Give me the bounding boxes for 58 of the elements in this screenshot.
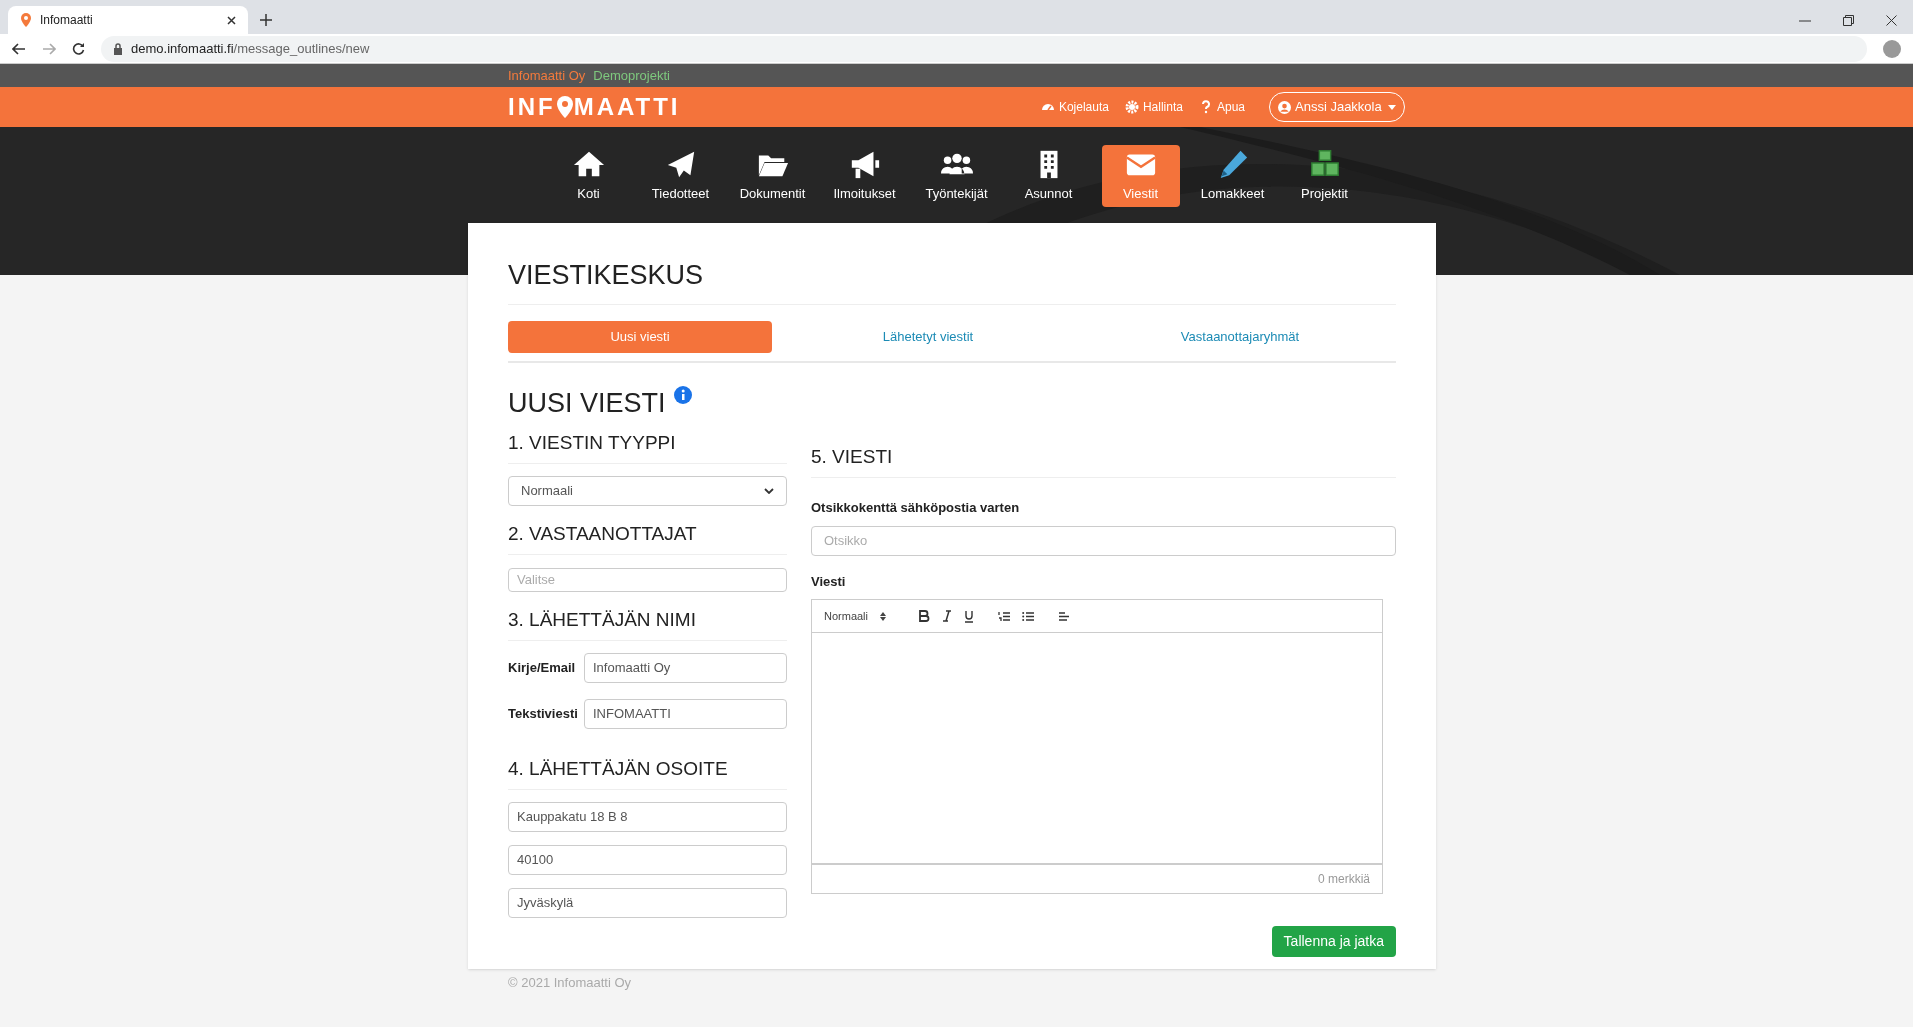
section-heading: 3. LÄHETTÄJÄN NIMI xyxy=(508,607,787,641)
field-label: Kirje/Email xyxy=(508,658,576,677)
maximize-icon[interactable] xyxy=(1843,15,1854,26)
field-label: Otsikkokenttä sähköpostia varten xyxy=(811,499,1021,517)
info-icon[interactable] xyxy=(673,385,692,404)
field-label: Tekstiviesti xyxy=(508,704,576,723)
bold-icon[interactable] xyxy=(918,610,930,622)
settings-icon xyxy=(1124,100,1139,114)
input-field[interactable]: 40100 xyxy=(508,844,787,875)
caret-icon xyxy=(1388,104,1396,110)
chevron-down-icon xyxy=(764,488,774,494)
field-label: Viesti xyxy=(811,572,847,591)
section-heading: 2. VASTAANOTTAJAT xyxy=(508,522,787,555)
italic-icon[interactable] xyxy=(942,610,952,622)
lock-icon xyxy=(113,42,123,55)
nav-item[interactable]: Ilmoitukset xyxy=(825,145,904,207)
section-heading: 1. VIESTIN TYYPPI xyxy=(508,431,787,464)
sort-arrows-icon xyxy=(880,611,886,621)
type-dropdown[interactable]: Normaali xyxy=(508,476,787,506)
browser-tab[interactable]: Infomaatti xyxy=(8,6,248,34)
nav-item[interactable]: Työntekijät xyxy=(917,145,996,207)
nav-item[interactable]: Dokumentit xyxy=(733,145,812,207)
tab-title: Infomaatti xyxy=(40,12,94,29)
underline-icon[interactable] xyxy=(964,609,974,623)
nav-item[interactable]: Koti xyxy=(549,145,628,207)
align-icon[interactable] xyxy=(1058,610,1070,622)
close-icon[interactable] xyxy=(227,15,236,25)
reload-icon[interactable] xyxy=(72,42,85,55)
section-heading: 5. VIESTI xyxy=(811,445,1396,478)
input-field[interactable]: Kauppakatu 18 B 8 xyxy=(508,801,787,832)
bullet-list-icon[interactable] xyxy=(1022,610,1034,622)
page-title: VIESTIKESKUS xyxy=(508,255,1396,305)
numbered-list-icon[interactable] xyxy=(998,610,1010,622)
profile-icon[interactable] xyxy=(1883,39,1901,58)
new-tab-icon[interactable] xyxy=(260,14,272,26)
section-heading: 4. LÄHETTÄJÄN OSOITE xyxy=(508,756,787,790)
tab[interactable]: Vastaanottajaryhmät xyxy=(1084,320,1396,353)
logo: INF MAATTI xyxy=(508,92,681,122)
input-field[interactable]: Jyväskylä xyxy=(508,887,787,918)
nav-item[interactable]: Tiedotteet xyxy=(641,145,720,207)
close-window-icon[interactable] xyxy=(1886,15,1897,26)
nav-item[interactable]: Asunnot xyxy=(1009,145,1088,207)
nav-item[interactable]: Projektit xyxy=(1285,145,1364,207)
format-dropdown[interactable]: Normaali xyxy=(824,607,898,625)
address-bar[interactable]: demo.infomaatti.fi/message_outlines/new xyxy=(101,35,1867,62)
project-link[interactable]: Demoprojekti xyxy=(593,65,670,86)
form-title: UUSI VIESTI xyxy=(508,386,666,420)
input-field[interactable]: Otsikko xyxy=(811,525,1396,556)
back-icon[interactable] xyxy=(12,42,26,55)
pin-icon xyxy=(20,13,32,27)
character-counter: 0 merkkiä xyxy=(1318,871,1370,888)
nav-item[interactable]: Lomakkeet xyxy=(1193,145,1272,207)
footer-text: © 2021 Infomaatti Oy xyxy=(508,973,633,992)
input-field[interactable]: Valitse xyxy=(508,567,787,592)
input-field[interactable]: INFOMAATTI xyxy=(584,698,787,729)
user-icon xyxy=(1278,100,1291,114)
tab[interactable]: Lähetetyt viestit xyxy=(772,320,1084,353)
input-field[interactable]: Infomaatti Oy xyxy=(584,652,787,683)
